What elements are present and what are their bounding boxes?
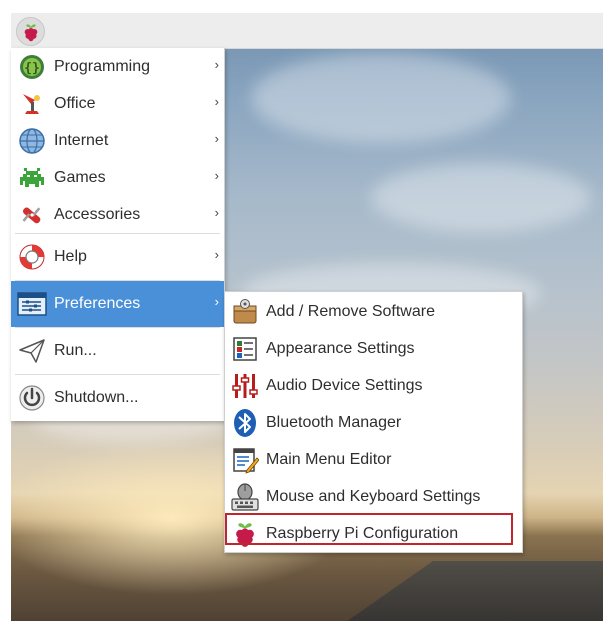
submenu-item-add-remove-software[interactable]: Add / Remove Software: [225, 293, 522, 330]
audio-sliders-icon: [230, 371, 260, 401]
menu-item-label: Preferences: [54, 295, 141, 312]
menu-item-accessories[interactable]: Accessories ›: [11, 196, 224, 233]
main-menu-button[interactable]: [16, 17, 45, 46]
menu-item-label: Help: [54, 248, 87, 265]
menu-item-label: Internet: [54, 131, 109, 149]
menu-item-shutdown[interactable]: Shutdown...: [11, 375, 224, 421]
menu-item-programming[interactable]: {} Programming ›: [11, 48, 224, 85]
menu-item-office[interactable]: Office ›: [11, 85, 224, 122]
submenu-item-label: Bluetooth Manager: [266, 413, 402, 431]
chevron-right-icon: ›: [214, 205, 219, 220]
raspberry-icon: [24, 23, 37, 41]
accessories-icon: [17, 200, 47, 230]
submenu-item-label: Audio Device Settings: [266, 376, 423, 394]
appearance-icon: [230, 334, 260, 364]
svg-text:{}: {}: [24, 61, 40, 76]
paper-plane-icon: [17, 336, 47, 366]
menu-item-preferences[interactable]: Preferences ›: [11, 281, 224, 327]
package-icon: [230, 297, 260, 327]
submenu-item-label: Main Menu Editor: [266, 450, 392, 468]
submenu-item-audio-device-settings[interactable]: Audio Device Settings: [225, 367, 522, 404]
menu-item-help[interactable]: Help ›: [11, 234, 224, 280]
submenu-item-main-menu-editor[interactable]: Main Menu Editor: [225, 441, 522, 478]
menu-item-label: Programming: [54, 57, 151, 75]
chevron-right-icon: ›: [214, 247, 219, 262]
menu-item-label: Run...: [54, 342, 97, 359]
raspberry-icon: [230, 519, 260, 549]
menu-item-run[interactable]: Run...: [11, 328, 224, 374]
preferences-submenu: Add / Remove Software Appearance Setting…: [224, 291, 523, 553]
lifebuoy-icon: [17, 242, 47, 272]
preferences-icon: [17, 289, 47, 319]
submenu-item-appearance-settings[interactable]: Appearance Settings: [225, 330, 522, 367]
mouse-keyboard-icon: [230, 482, 260, 512]
chevron-right-icon: ›: [214, 131, 219, 146]
menu-item-games[interactable]: Games ›: [11, 159, 224, 196]
chevron-right-icon: ›: [214, 294, 219, 309]
menu-item-label: Games: [54, 168, 106, 186]
programming-icon: {}: [17, 52, 47, 82]
menu-item-label: Shutdown...: [54, 389, 139, 406]
bluetooth-icon: [230, 408, 260, 438]
submenu-item-mouse-keyboard-settings[interactable]: Mouse and Keyboard Settings: [225, 478, 522, 515]
chevron-right-icon: ›: [214, 168, 219, 183]
menu-item-label: Accessories: [54, 205, 141, 223]
submenu-item-raspberry-pi-configuration[interactable]: Raspberry Pi Configuration: [225, 515, 522, 552]
road: [333, 561, 603, 621]
submenu-item-label: Add / Remove Software: [266, 302, 435, 320]
menu-item-label: Office: [54, 94, 96, 112]
menu-item-internet[interactable]: Internet ›: [11, 122, 224, 159]
submenu-item-bluetooth-manager[interactable]: Bluetooth Manager: [225, 404, 522, 441]
globe-icon: [17, 126, 47, 156]
submenu-item-label: Appearance Settings: [266, 339, 415, 357]
menu-editor-icon: [230, 445, 260, 475]
taskbar: [11, 13, 603, 49]
chevron-right-icon: ›: [214, 57, 219, 72]
games-icon: [17, 163, 47, 193]
power-icon: [17, 383, 47, 413]
chevron-right-icon: ›: [214, 94, 219, 109]
submenu-item-label: Raspberry Pi Configuration: [266, 524, 459, 542]
submenu-item-label: Mouse and Keyboard Settings: [266, 487, 481, 505]
main-menu: {} Programming › Office › Internet › Gam…: [11, 48, 225, 421]
office-icon: [17, 89, 47, 119]
